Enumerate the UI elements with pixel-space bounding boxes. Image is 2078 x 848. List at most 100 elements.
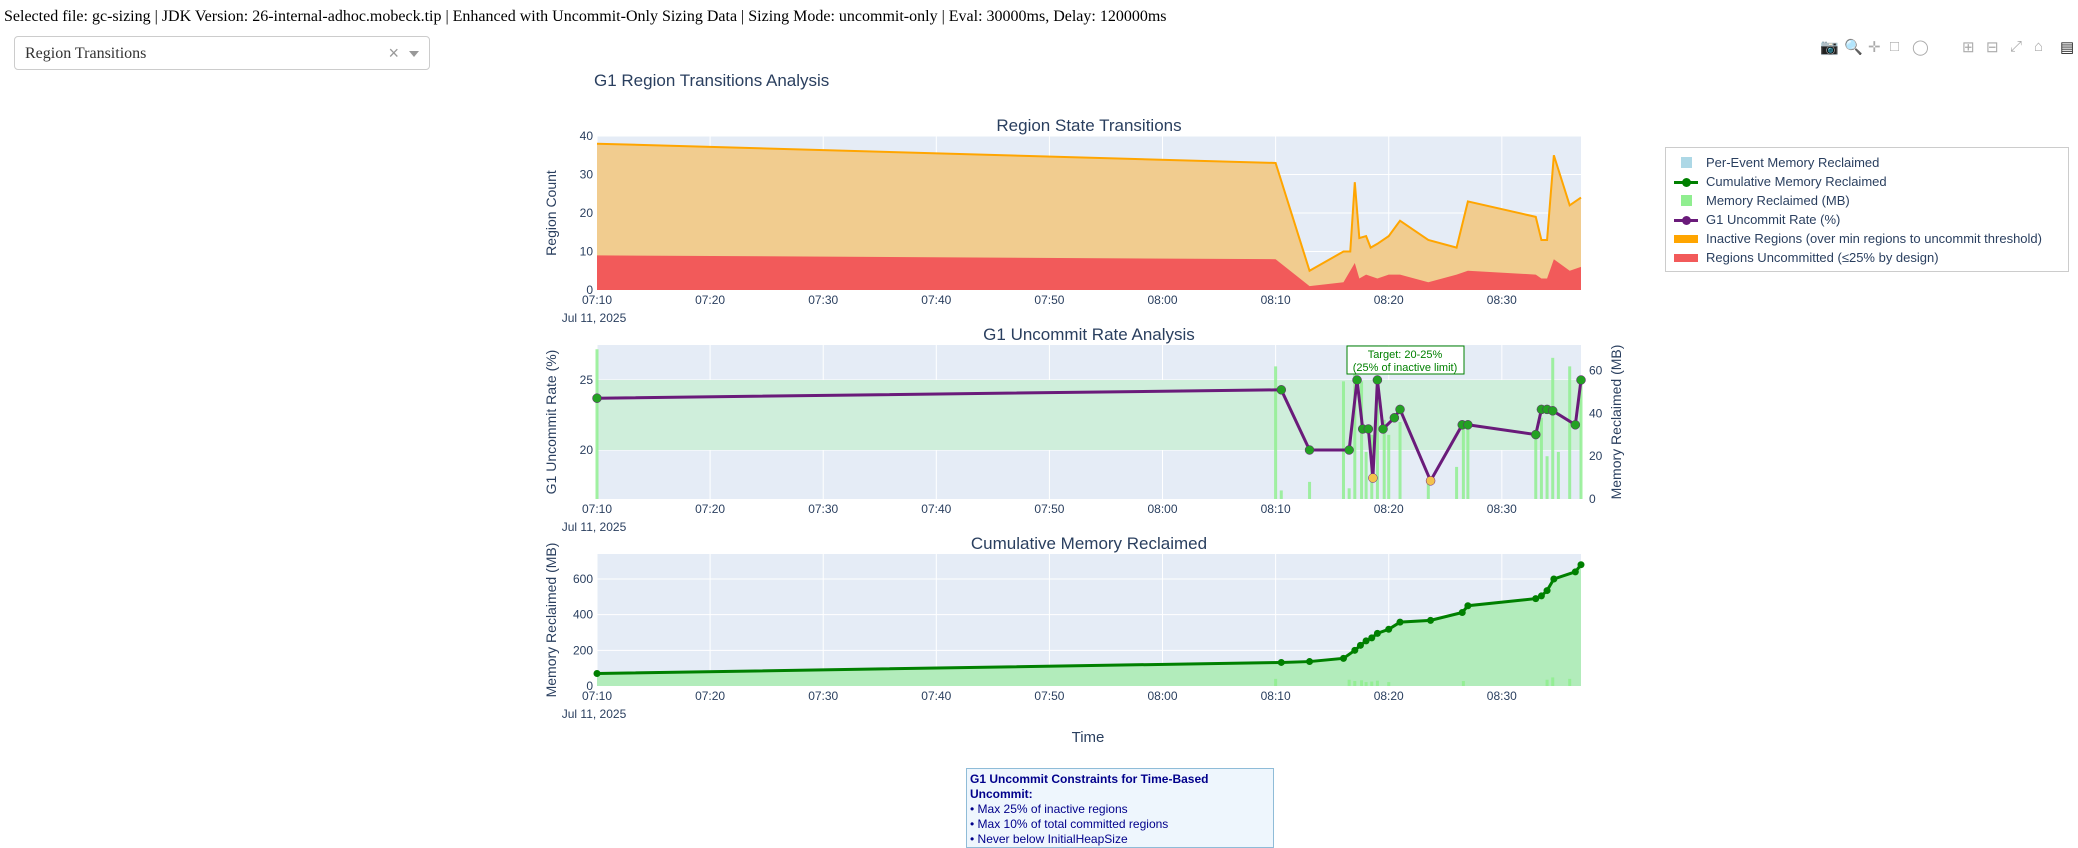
uncommit-rate-point xyxy=(1531,429,1541,440)
uncommit-rate-point xyxy=(1276,385,1287,395)
per-event-bar xyxy=(1551,677,1555,686)
y2-axis-title: Memory Reclaimed (MB) xyxy=(1608,345,1624,500)
x-tick-label: 07:50 xyxy=(1034,293,1064,307)
uncommit-rate-point xyxy=(1570,420,1581,430)
memory-reclaimed-bar xyxy=(1398,422,1402,499)
uncommit-rate-point xyxy=(1463,420,1473,430)
memory-reclaimed-bar xyxy=(1364,451,1368,499)
annotation-line1: Target: 20-25% xyxy=(1368,349,1443,361)
x-tick-label: 07:10 xyxy=(582,502,612,516)
uncommit-rate-point xyxy=(1378,424,1388,434)
y-tick-label: 10 xyxy=(580,245,594,259)
cumulative-point xyxy=(1356,641,1364,649)
uncommit-rate-point xyxy=(1425,476,1436,486)
memory-reclaimed-bar xyxy=(1455,466,1459,499)
x-axis-title: Time xyxy=(1072,729,1105,746)
cumulative-point xyxy=(1550,575,1558,583)
cumulative-point xyxy=(1577,561,1585,569)
memory-reclaimed-bar xyxy=(1534,439,1538,499)
cumulative-point xyxy=(1368,634,1376,642)
per-event-bar xyxy=(1545,679,1549,686)
memory-reclaimed-bar xyxy=(1279,490,1283,499)
cumulative-point xyxy=(1339,654,1347,662)
uncommit-rate-point xyxy=(1576,375,1586,385)
x-tick-label: 08:10 xyxy=(1261,689,1291,703)
subplot-title: G1 Uncommit Rate Analysis xyxy=(983,325,1195,344)
per-event-bar xyxy=(1360,680,1364,686)
per-event-bar xyxy=(1364,682,1368,686)
y-tick-label: 200 xyxy=(573,643,593,657)
memory-reclaimed-bar xyxy=(1308,481,1312,499)
figure-svg: G1 Region Transitions Analysis 07:10 07:2… xyxy=(543,71,1624,746)
constraint-item: • Max 25% of inactive regions xyxy=(970,802,1128,816)
uncommit-rate-point xyxy=(1352,375,1362,385)
constraint-item: • Never below InitialHeapSize xyxy=(970,832,1128,846)
per-event-bar xyxy=(1370,681,1374,686)
legend-symbol xyxy=(1674,156,1698,170)
legend-label: Inactive Regions (over min regions to un… xyxy=(1706,231,2042,246)
legend-label: Per-Event Memory Reclaimed xyxy=(1706,155,1880,170)
per-event-bar xyxy=(1375,680,1379,686)
memory-reclaimed-bar xyxy=(1579,383,1583,499)
x-tick-label: 08:10 xyxy=(1261,293,1291,307)
uncommit-rate-point xyxy=(1395,404,1405,415)
target-annotation: Target: 20-25% (25% of inactive limit) xyxy=(1346,345,1465,375)
x-tick-label: 07:30 xyxy=(808,293,838,307)
cumulative-point xyxy=(1571,568,1579,576)
uncommit-rate-point xyxy=(1344,445,1354,455)
y2-tick-label: 60 xyxy=(1589,364,1603,378)
x-tick-label: 08:20 xyxy=(1374,293,1404,307)
x-tick-label: 08:20 xyxy=(1374,502,1404,516)
x-tick-label: 08:30 xyxy=(1487,293,1517,307)
y2-tick-label: 0 xyxy=(1589,492,1596,506)
cumulative-point xyxy=(1458,609,1466,617)
memory-reclaimed-bar xyxy=(1545,456,1549,499)
cumulative-point xyxy=(1277,658,1285,666)
constraints-title: G1 Uncommit Constraints for Time-Based U… xyxy=(970,772,1209,801)
per-event-bar xyxy=(1387,682,1391,686)
x-tick-label: 08:10 xyxy=(1261,502,1291,516)
x-tick-label: 07:30 xyxy=(808,689,838,703)
y-tick-label: 20 xyxy=(580,206,594,220)
memory-reclaimed-bar xyxy=(1461,426,1465,499)
x-tick-label: 08:20 xyxy=(1374,689,1404,703)
constraints-box: G1 Uncommit Constraints for Time-Based U… xyxy=(966,768,1274,848)
x-tick-label: 07:20 xyxy=(695,293,725,307)
uncommit-rate-point xyxy=(1372,375,1383,385)
x-date-label: Jul 11, 2025 xyxy=(562,520,627,534)
subplot-region-state-transitions: 07:10 07:20 07:30 07:40 07:50 08:00 08:10 08:20… xyxy=(543,116,1582,325)
memory-reclaimed-bar xyxy=(1551,357,1555,499)
legend: Per-Event Memory Reclaimed Cumulative Mem… xyxy=(1665,147,2069,272)
legend-label: Regions Uncommitted (≤25% by design) xyxy=(1706,250,1939,265)
cumulative-point xyxy=(1396,618,1404,626)
legend-symbol xyxy=(1674,213,1698,227)
cumulative-point xyxy=(1537,592,1545,600)
x-tick-label: 07:50 xyxy=(1034,502,1064,516)
cumulative-point xyxy=(593,670,601,678)
subplot-title: Region State Transitions xyxy=(996,116,1181,135)
x-tick-label: 07:40 xyxy=(921,293,951,307)
x-tick-label: 07:40 xyxy=(921,502,951,516)
x-tick-label: 08:30 xyxy=(1487,502,1517,516)
legend-symbol xyxy=(1674,175,1698,189)
legend-label: G1 Uncommit Rate (%) xyxy=(1706,212,1841,227)
annotation-line2: (25% of inactive limit) xyxy=(1353,362,1458,374)
cumulative-point xyxy=(1543,587,1551,595)
legend-symbol xyxy=(1674,232,1698,246)
cumulative-point xyxy=(1306,658,1314,666)
y-tick-label: 600 xyxy=(573,572,593,586)
y-axis-title: Memory Reclaimed (MB) xyxy=(543,543,559,698)
y-tick-label: 0 xyxy=(586,679,593,693)
memory-reclaimed-bar xyxy=(1347,488,1351,499)
y-tick-label: 30 xyxy=(580,168,594,182)
uncommit-rate-point xyxy=(1389,413,1400,423)
cumulative-point xyxy=(1373,629,1381,637)
legend-label: Cumulative Memory Reclaimed xyxy=(1706,174,1887,189)
x-date-label: Jul 11, 2025 xyxy=(562,311,627,325)
x-date-label: Jul 11, 2025 xyxy=(562,707,627,721)
memory-reclaimed-bar xyxy=(1539,417,1543,499)
uncommit-rate-point xyxy=(1304,445,1315,455)
target-band xyxy=(597,380,1581,450)
constraint-item: • Max 10% of total committed regions xyxy=(970,817,1169,831)
uncommit-rate-point xyxy=(1368,473,1378,483)
